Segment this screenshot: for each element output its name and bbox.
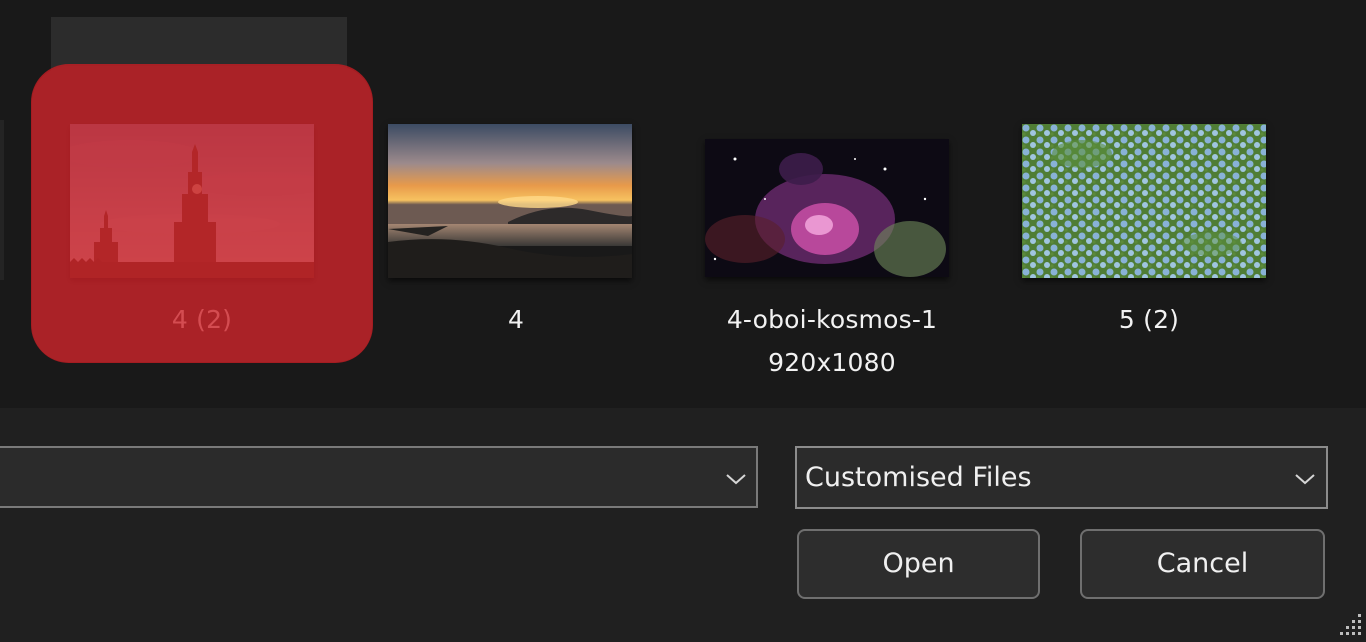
file-grid: 4 (2) 4 4-oboi-kosmos-1 920x1080 5 (2): [0, 0, 1366, 408]
file-item-5-2[interactable]: 5 (2): [979, 66, 1319, 396]
file-thumbnail: [1022, 124, 1266, 278]
file-thumbnail: [705, 139, 949, 277]
sunset-image: [388, 124, 632, 278]
file-thumbnail: [70, 124, 314, 278]
resize-grip-icon[interactable]: [1338, 612, 1364, 638]
chevron-down-icon[interactable]: [724, 472, 748, 486]
file-name-label-line1: 4-oboi-kosmos-1: [726, 305, 938, 334]
nebula-image: [705, 139, 949, 277]
file-item-4-oboi-kosmos[interactable]: 4-oboi-kosmos-1 920x1080: [662, 66, 1002, 396]
partial-item: [0, 120, 4, 280]
chevron-down-icon[interactable]: [1293, 472, 1317, 486]
file-name-label: 4 (2): [171, 305, 233, 334]
flowers-image: [1022, 124, 1266, 278]
file-item-4[interactable]: 4: [346, 66, 686, 396]
file-name-label: 4: [507, 305, 525, 334]
file-name-label-line2: 920x1080: [768, 348, 896, 377]
open-button[interactable]: Open: [797, 529, 1040, 599]
file-thumbnail: [388, 124, 632, 278]
kremlin-image: [70, 124, 314, 278]
file-name-input[interactable]: [0, 446, 758, 508]
file-item-4-2[interactable]: 4 (2): [32, 66, 372, 396]
file-type-value: Customised Files: [805, 462, 1032, 493]
dialog-footer: Customised Files Open Cancel: [0, 408, 1366, 642]
cancel-button[interactable]: Cancel: [1080, 529, 1325, 599]
file-name-label: 5 (2): [1118, 305, 1180, 334]
file-type-select[interactable]: Customised Files: [795, 446, 1328, 509]
